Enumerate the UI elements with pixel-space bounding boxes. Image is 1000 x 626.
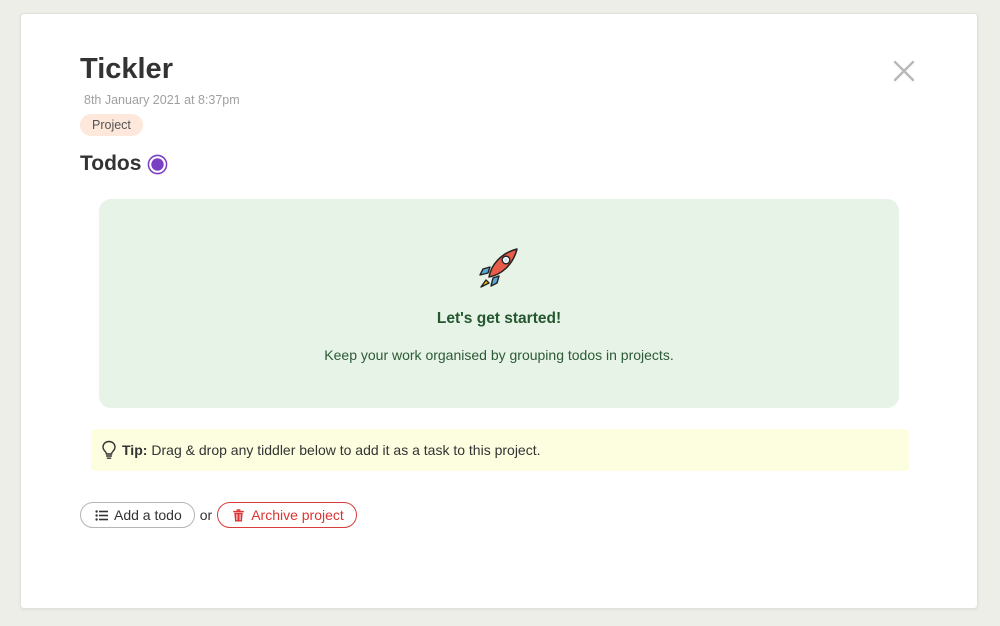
project-tag[interactable]: Project xyxy=(80,114,143,136)
tiddler-card: Tickler 8th January 2021 at 8:37pm Proje… xyxy=(20,13,978,609)
todos-heading: Todos xyxy=(80,151,168,177)
archive-project-button[interactable]: Archive project xyxy=(217,502,357,528)
action-bar: Add a todo or Archive project xyxy=(80,502,357,528)
timestamp: 8th January 2021 at 8:37pm xyxy=(84,93,240,107)
empty-state-text: Keep your work organised by grouping tod… xyxy=(324,347,674,363)
empty-state-panel: Let's get started! Keep your work organi… xyxy=(99,199,899,408)
lightbulb-icon xyxy=(102,440,116,459)
todos-heading-label: Todos xyxy=(80,152,142,175)
status-circle-icon xyxy=(148,154,168,174)
tip-text: Drag & drop any tiddler below to add it … xyxy=(151,442,541,458)
close-icon xyxy=(893,60,915,82)
close-button[interactable] xyxy=(889,56,919,86)
empty-state-title: Let's get started! xyxy=(436,310,562,327)
tip-banner: Tip: Drag & drop any tiddler below to ad… xyxy=(91,429,909,471)
tip-label: Tip: xyxy=(122,442,148,458)
archive-project-label: Archive project xyxy=(251,507,344,523)
add-todo-button[interactable]: Add a todo xyxy=(80,502,195,528)
page-title: Tickler xyxy=(80,53,173,85)
or-separator: or xyxy=(199,507,213,523)
add-todo-label: Add a todo xyxy=(114,507,182,523)
rocket-icon xyxy=(479,248,518,288)
list-icon xyxy=(95,509,108,521)
trash-icon xyxy=(233,508,244,522)
